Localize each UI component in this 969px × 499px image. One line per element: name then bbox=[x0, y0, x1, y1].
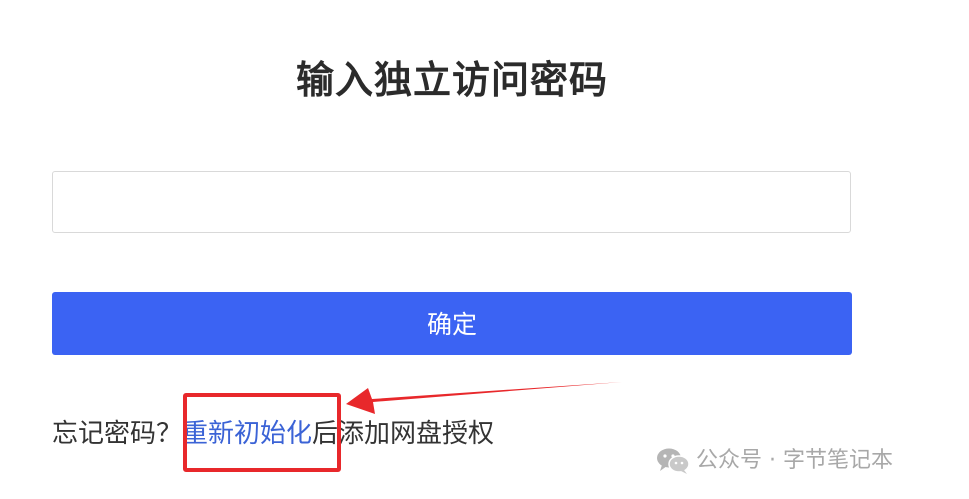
confirm-button[interactable]: 确定 bbox=[52, 292, 852, 355]
watermark-text: 公众号 · 字节笔记本 bbox=[696, 448, 893, 473]
forgot-suffix: 后添加网盘授权 bbox=[312, 419, 495, 449]
annotation-arrow-icon bbox=[346, 382, 622, 414]
password-input[interactable] bbox=[52, 171, 851, 233]
reset-link[interactable]: 重新初始化 bbox=[182, 419, 312, 449]
watermark: 公众号 · 字节笔记本 bbox=[656, 444, 893, 478]
forgot-prefix: 忘记密码？ bbox=[52, 419, 183, 449]
page-title: 输入独立访问密码 bbox=[295, 58, 608, 102]
wechat-icon bbox=[657, 448, 690, 474]
